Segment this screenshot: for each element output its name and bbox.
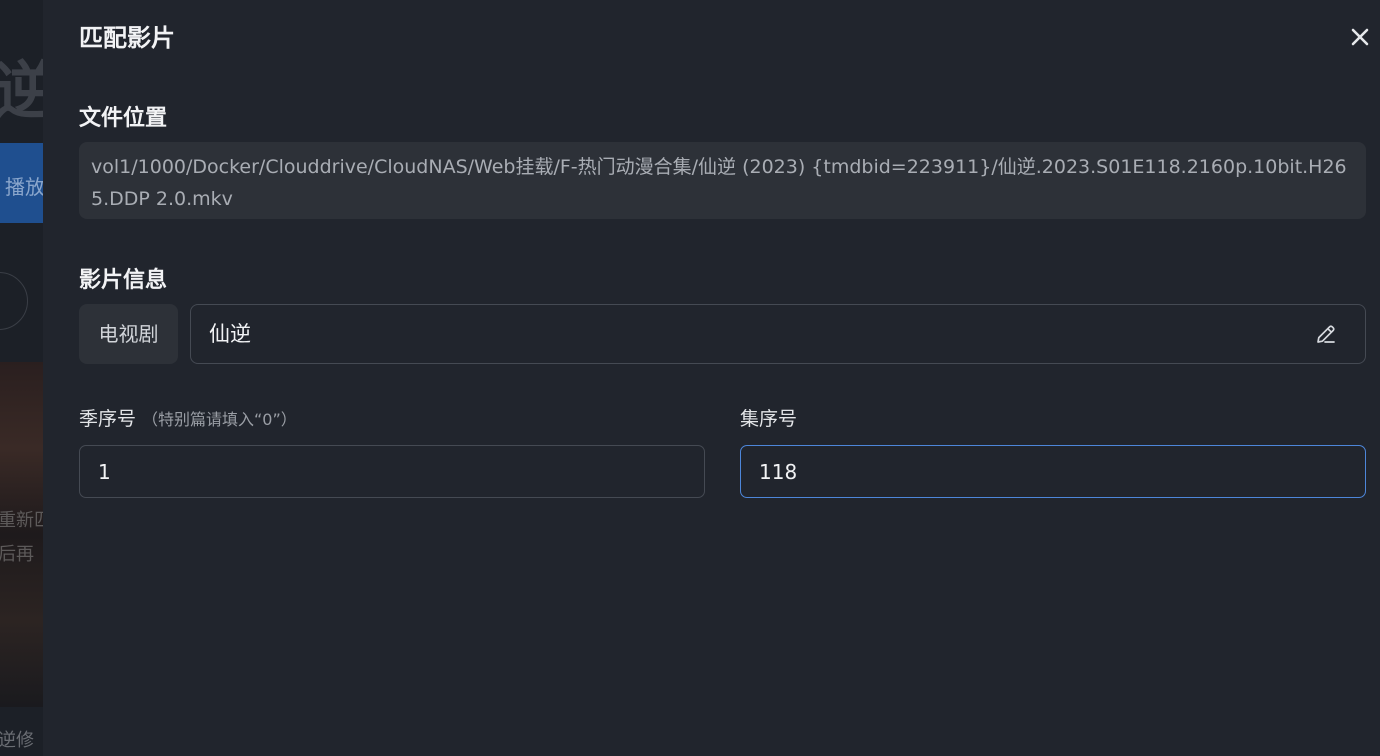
media-type-badge: 电视剧 bbox=[79, 304, 178, 364]
media-title-value: 仙逆 bbox=[209, 322, 251, 346]
season-label-text: 季序号 bbox=[79, 408, 137, 430]
media-title-field[interactable]: 仙逆 bbox=[190, 304, 1366, 364]
media-info-label: 影片信息 bbox=[79, 268, 168, 293]
season-label: 季序号 （特别篇请填入“0”） bbox=[79, 404, 297, 431]
background-page: 逆 播放 重新匹 后再 逆修 bbox=[0, 0, 43, 756]
match-media-dialog: 匹配影片 文件位置 vol1/1000/Docker/Clouddrive/Cl… bbox=[43, 0, 1380, 756]
dialog-title: 匹配影片 bbox=[79, 24, 175, 52]
background-play-label: 播放 bbox=[5, 175, 43, 199]
pencil-icon[interactable] bbox=[1314, 322, 1338, 346]
background-circle-button bbox=[0, 272, 28, 330]
background-bottom-text: 逆修 bbox=[0, 730, 34, 751]
close-icon[interactable] bbox=[1345, 22, 1375, 52]
episode-label: 集序号 bbox=[740, 408, 798, 430]
episode-number-input[interactable] bbox=[740, 445, 1366, 498]
file-path-display: vol1/1000/Docker/Clouddrive/CloudNAS/Web… bbox=[79, 142, 1366, 219]
season-number-input[interactable] bbox=[79, 445, 705, 498]
background-poster bbox=[0, 362, 43, 707]
background-title: 逆 bbox=[0, 54, 43, 127]
background-poster-text-2: 后再 bbox=[0, 544, 34, 565]
season-hint: （特别篇请填入“0”） bbox=[142, 410, 297, 429]
background-poster-text-1: 重新匹 bbox=[0, 510, 43, 531]
file-location-label: 文件位置 bbox=[79, 106, 168, 131]
background-play-button: 播放 bbox=[0, 143, 43, 223]
